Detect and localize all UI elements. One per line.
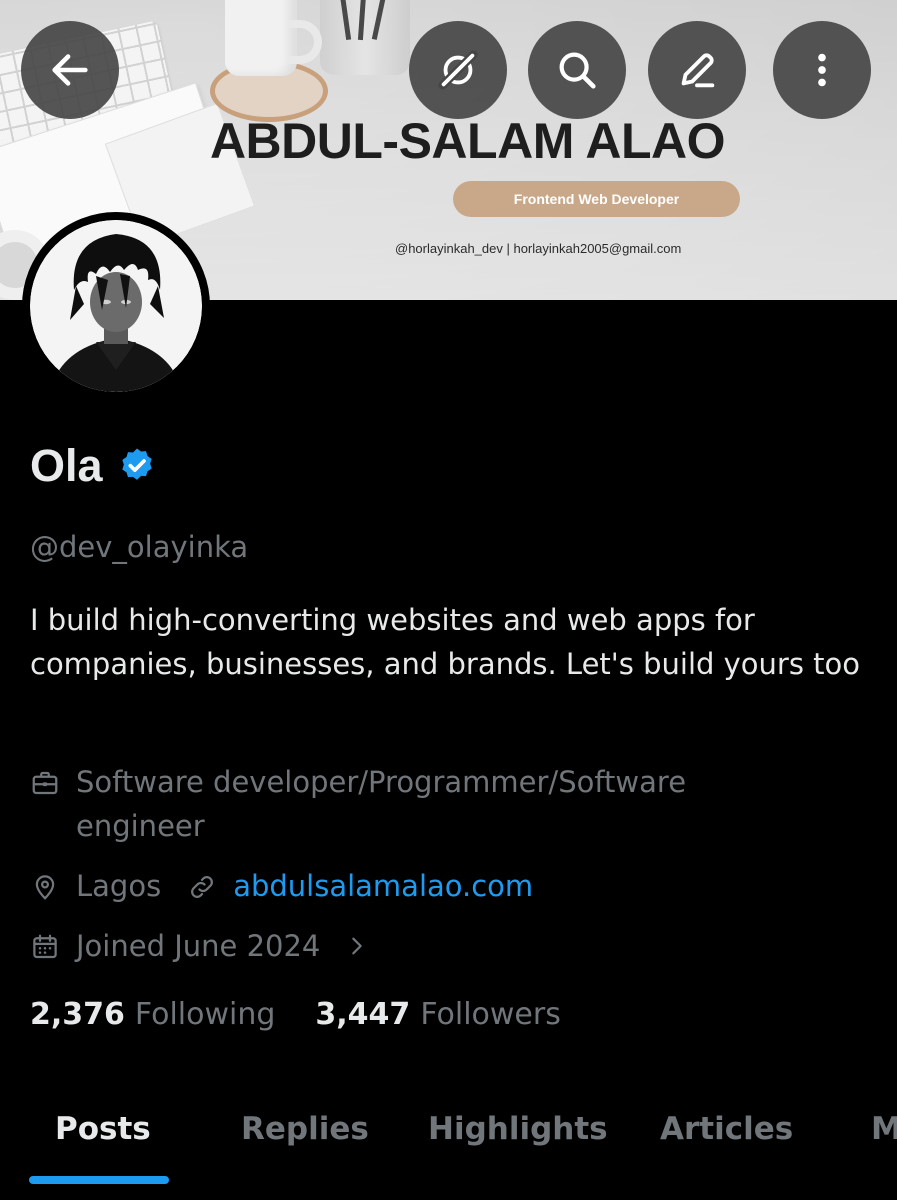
banner-pencil-image	[337, 0, 352, 41]
following-count[interactable]: 2,376	[30, 997, 125, 1032]
profile-name-row: Ola	[30, 440, 157, 492]
edit-button[interactable]	[648, 21, 746, 119]
tab-posts[interactable]: Posts	[55, 1111, 151, 1147]
avatar-image	[30, 220, 202, 392]
profile-bio: I build high-converting websites and web…	[30, 603, 861, 681]
following-label[interactable]: Following	[135, 997, 276, 1032]
grok-button[interactable]	[409, 21, 507, 119]
profile-category: Software developer/Programmer/Software e…	[76, 765, 687, 843]
followers-label[interactable]: Followers	[420, 997, 561, 1032]
tab-replies[interactable]: Replies	[241, 1111, 369, 1147]
search-icon	[559, 52, 596, 89]
profile-location-row: Lagos abdulsalamalao.com	[30, 864, 533, 908]
chevron-right-icon	[352, 937, 363, 955]
tab-articles[interactable]: Articles	[660, 1111, 793, 1147]
location-pin-icon	[35, 875, 55, 900]
more-vertical-icon	[818, 53, 826, 87]
calendar-icon	[33, 934, 57, 959]
banner-pencil-image	[371, 0, 390, 40]
profile-stats: 2,376 Following 3,447 Followers	[30, 997, 601, 1032]
edit-icon	[681, 53, 715, 88]
back-arrow-icon	[52, 54, 88, 86]
profile-handle: @dev_olayinka	[30, 530, 249, 564]
briefcase-icon	[32, 771, 58, 795]
followers-count[interactable]: 3,447	[315, 997, 410, 1032]
verified-badge-icon[interactable]	[117, 446, 157, 486]
more-options-button[interactable]	[773, 21, 871, 119]
banner-role-pill: Frontend Web Developer	[453, 181, 740, 217]
back-button[interactable]	[21, 21, 119, 119]
search-button[interactable]	[528, 21, 626, 119]
banner-mug-image	[225, 0, 297, 76]
banner-contact: @horlayinkah_dev | horlayinkah2005@gmail…	[395, 241, 682, 256]
banner-title: ABDUL-SALAM ALAO	[209, 113, 726, 169]
tab-media[interactable]: M	[871, 1111, 897, 1147]
profile-website-link[interactable]: abdulsalamalao.com	[233, 864, 533, 908]
avatar[interactable]	[22, 212, 210, 400]
avatar-illustration	[30, 220, 202, 392]
profile-category-row: Software developer/Programmer/Software e…	[30, 760, 810, 848]
profile-tabs: Posts Replies Highlights Articles M	[0, 1095, 897, 1200]
banner-pencil-image	[357, 0, 368, 41]
active-tab-indicator	[29, 1176, 169, 1184]
link-icon	[191, 876, 214, 898]
profile-joined-row[interactable]: Joined June 2024	[30, 924, 388, 968]
grok-icon	[438, 50, 478, 90]
tab-highlights[interactable]: Highlights	[428, 1111, 608, 1147]
profile-location: Lagos	[76, 869, 162, 903]
profile-joined-date: Joined June 2024	[76, 929, 321, 963]
profile-name: Ola	[30, 440, 103, 491]
banner-pencup-image	[320, 0, 410, 75]
